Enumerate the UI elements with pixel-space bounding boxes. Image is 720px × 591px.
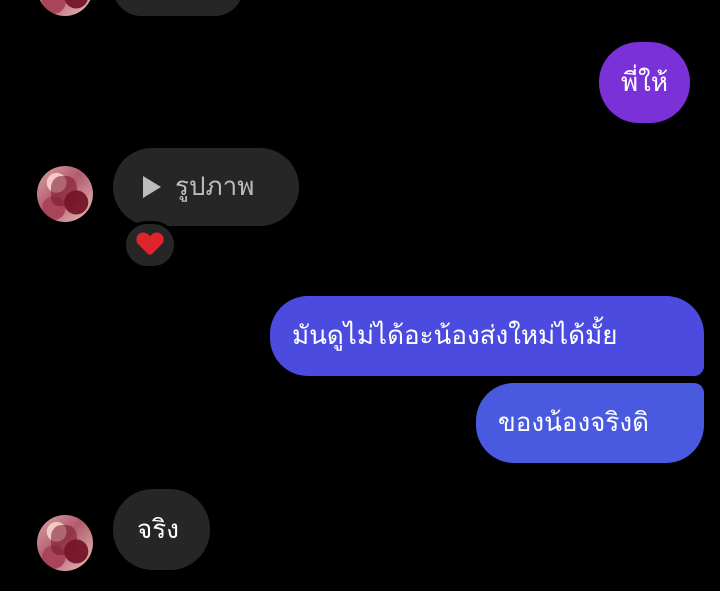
message-bubble-outgoing[interactable]: ของน้องจริงดิ	[476, 383, 704, 463]
message-text: พี่ให้	[621, 67, 668, 98]
message-bubble-outgoing[interactable]: พี่ให้	[599, 42, 690, 123]
message-bubble-incoming[interactable]: จริง	[113, 489, 210, 570]
reaction-badge[interactable]	[123, 221, 177, 269]
contact-avatar[interactable]	[37, 0, 93, 16]
message-text: มันดูไม่ได้อะน้องส่งใหม่ได้มั้ย	[292, 321, 618, 351]
photo-message-bubble[interactable]: รูปภาพ	[113, 148, 299, 226]
heart-icon	[137, 233, 163, 257]
contact-avatar[interactable]	[37, 166, 93, 222]
message-bubble-incoming-cropped[interactable]	[113, 0, 243, 16]
message-text: ของน้องจริงดิ	[498, 408, 649, 438]
play-icon	[143, 176, 161, 198]
message-text: จริง	[137, 514, 179, 545]
message-bubble-outgoing[interactable]: มันดูไม่ได้อะน้องส่งใหม่ได้มั้ย	[270, 296, 704, 376]
photo-message-label: รูปภาพ	[175, 172, 255, 202]
contact-avatar[interactable]	[37, 515, 93, 571]
